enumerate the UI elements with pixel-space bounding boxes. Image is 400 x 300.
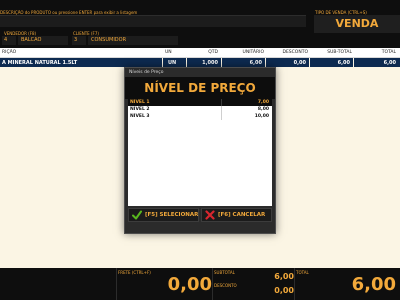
cell-subtotal: 6,00 <box>337 59 350 66</box>
seller-code-field[interactable]: 4 <box>2 36 16 45</box>
cell-desconto: 0,00 <box>293 59 306 66</box>
column-header-desconto: DESCONTO <box>282 50 308 55</box>
price-level-list: NIVEL 1 7,00 NIVEL 2 8,00 NIVEL 3 10,00 <box>128 99 272 206</box>
price-level-name: NIVEL 2 <box>130 107 150 112</box>
discount-value: 0,00 <box>274 286 294 295</box>
client-name-field[interactable]: CONSUMIDOR <box>88 36 178 45</box>
column-divider <box>186 58 187 67</box>
column-divider <box>265 58 266 67</box>
column-divider <box>162 58 163 67</box>
client-code-field[interactable]: 3 <box>72 36 86 45</box>
cell-unitario: 6,00 <box>249 59 262 66</box>
cell-description: A MINERAL NATURAL 1.5LT <box>2 59 78 66</box>
price-level-item[interactable]: NIVEL 1 7,00 <box>128 99 272 106</box>
cell-total: 6,00 <box>383 59 396 66</box>
price-level-dialog: Níveis de Preço NÍVEL DE PREÇO NIVEL 1 7… <box>124 67 276 234</box>
table-row[interactable]: A MINERAL NATURAL 1.5LT UN 1,000 6,00 0,… <box>0 58 400 67</box>
select-button-label: [F5] SELECIONAR <box>145 212 199 218</box>
price-level-value: 10,00 <box>254 114 269 119</box>
column-header-un: UN <box>165 50 172 55</box>
dialog-title: Níveis de Preço <box>129 70 164 75</box>
cell-qtd: 1,000 <box>202 59 218 66</box>
column-header-qtd: QTD <box>208 50 218 55</box>
column-divider <box>353 58 354 67</box>
cell-divider <box>221 113 222 120</box>
header-bar: DESCRIÇÃO do PRODUTO ou pressione ENTER … <box>0 0 400 48</box>
column-header-total: TOTAL <box>381 50 396 55</box>
select-button[interactable]: [F5] SELECIONAR <box>128 208 199 222</box>
price-level-value: 7,00 <box>257 100 269 105</box>
price-level-name: NIVEL 3 <box>130 114 150 119</box>
price-level-value: 8,00 <box>257 107 269 112</box>
cell-divider <box>221 106 222 113</box>
column-header-unitario: UNITÁRIO <box>242 50 264 55</box>
footer-divider <box>212 268 213 300</box>
total-value: 6,00 <box>351 274 396 295</box>
column-header-subtotal: SUB-TOTAL <box>327 50 352 55</box>
subtotal-value: 6,00 <box>274 272 294 281</box>
frete-value[interactable]: 0,00 <box>118 274 212 295</box>
sale-type-value[interactable]: VENDA <box>314 15 400 33</box>
column-header-description: RIÇÃO <box>2 50 17 55</box>
seller-name-field[interactable]: BALCAO <box>18 36 68 45</box>
dialog-heading: NÍVEL DE PREÇO <box>125 77 275 99</box>
cell-un: UN <box>168 59 177 66</box>
price-level-item[interactable]: NIVEL 3 10,00 <box>128 113 272 120</box>
column-divider <box>221 58 222 67</box>
column-divider <box>309 58 310 67</box>
check-icon <box>132 210 142 220</box>
price-level-item[interactable]: NIVEL 2 8,00 <box>128 106 272 113</box>
footer-divider <box>294 268 295 300</box>
cancel-button-label: [F6] CANCELAR <box>218 212 266 218</box>
totals-footer: FRETE (CTRL+F) 0,00 SUBTOTAL 6,00 DESCON… <box>0 268 400 300</box>
footer-divider <box>116 268 117 300</box>
cell-divider <box>221 99 222 106</box>
table-header: RIÇÃO UN QTD UNITÁRIO DESCONTO SUB-TOTAL… <box>0 48 400 58</box>
price-level-name: NIVEL 1 <box>130 100 150 105</box>
product-description-input[interactable] <box>0 15 306 27</box>
x-icon <box>205 210 215 220</box>
cancel-button[interactable]: [F6] CANCELAR <box>201 208 272 222</box>
